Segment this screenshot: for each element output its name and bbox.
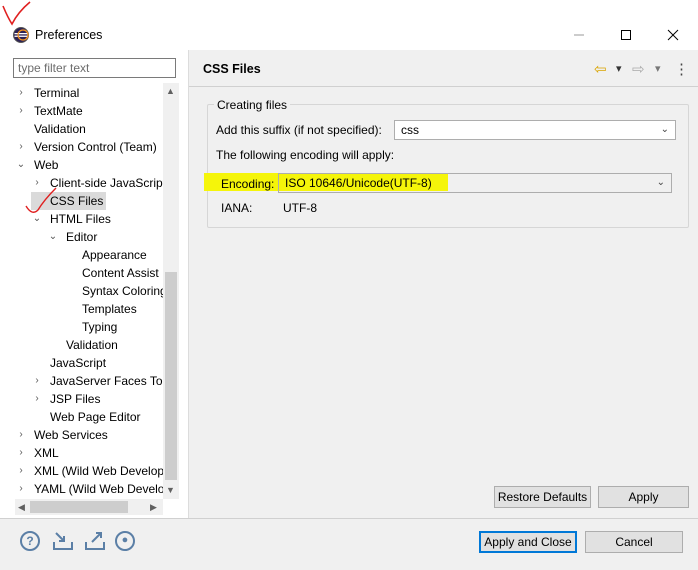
- tree-item[interactable]: Templates: [63, 300, 137, 318]
- tree-item-label: JSP Files: [50, 392, 101, 406]
- view-menu-icon[interactable]: ⋮: [674, 60, 689, 78]
- tree-item[interactable]: Appearance: [63, 246, 147, 264]
- group-label: Creating files: [214, 98, 291, 112]
- tree-item-label: YAML (Wild Web Developer): [34, 482, 163, 496]
- maximize-button[interactable]: [603, 20, 649, 50]
- tree-item-label: Content Assist: [82, 266, 159, 280]
- tree-item[interactable]: Validation: [47, 336, 118, 354]
- import-icon[interactable]: [51, 530, 75, 555]
- suffix-label: Add this suffix (if not specified):: [216, 123, 382, 137]
- tree-item[interactable]: › Web Services: [15, 426, 108, 444]
- bottom-separator: [0, 518, 698, 519]
- tree-item-label: Validation: [66, 338, 118, 352]
- tree-item-label: Typing: [82, 320, 118, 334]
- tree-item-label: XML: [34, 446, 59, 460]
- scroll-down-arrow-icon[interactable]: ▼: [166, 485, 175, 495]
- tree-item-label: JavaServer Faces Tools: [50, 374, 163, 388]
- tree-item[interactable]: JavaScript: [31, 354, 106, 372]
- encoding-label: Encoding:: [221, 177, 275, 191]
- tree-item[interactable]: Syntax Coloring: [63, 282, 163, 300]
- header-separator: [189, 86, 698, 87]
- red-annotation-checkmarks: [2, 1, 57, 213]
- tree-item-label: Client-side JavaScript: [50, 176, 163, 190]
- tree-item[interactable]: Web Page Editor: [31, 408, 141, 426]
- apply-button[interactable]: Apply: [598, 486, 689, 508]
- chevron-down-icon: ⌄: [660, 124, 669, 135]
- iana-label: IANA:: [221, 201, 253, 215]
- collapse-twisty-icon[interactable]: ›: [15, 444, 27, 462]
- encoding-info-text: The following encoding will apply:: [216, 148, 395, 162]
- back-arrow-icon[interactable]: ⇦: [594, 60, 607, 78]
- iana-value: UTF-8: [283, 201, 317, 215]
- forward-history-dropdown-icon[interactable]: ▾: [655, 62, 661, 75]
- record-icon[interactable]: ●: [115, 531, 135, 551]
- tree-item-label: JavaScript: [50, 356, 107, 370]
- tree-item[interactable]: › XML: [15, 444, 59, 462]
- collapse-twisty-icon[interactable]: ›: [15, 426, 27, 444]
- tree-item[interactable]: Typing: [63, 318, 117, 336]
- tree-item-label: Editor: [66, 230, 98, 244]
- collapse-twisty-icon[interactable]: ›: [31, 372, 43, 390]
- collapse-twisty-icon[interactable]: ›: [31, 390, 43, 408]
- page-title: CSS Files: [203, 62, 261, 76]
- restore-defaults-button[interactable]: Restore Defaults: [494, 486, 591, 508]
- tree-item[interactable]: Content Assist: [63, 264, 159, 282]
- tree-item[interactable]: › JavaServer Faces Tools: [31, 372, 163, 390]
- scroll-right-arrow-icon[interactable]: ▶: [150, 502, 157, 513]
- encoding-combo[interactable]: ISO 10646/Unicode(UTF-8) ⌄: [278, 173, 672, 193]
- close-button[interactable]: [650, 20, 696, 50]
- tree-item[interactable]: ⌄ Editor: [47, 228, 98, 246]
- tree-item-label: Templates: [82, 302, 137, 316]
- scroll-up-arrow-icon[interactable]: ▲: [166, 86, 175, 96]
- scroll-left-arrow-icon[interactable]: ◀: [18, 502, 25, 513]
- suffix-combo[interactable]: css ⌄: [394, 120, 676, 140]
- cancel-button[interactable]: Cancel: [585, 531, 683, 553]
- tree-item-label: Web Services: [34, 428, 108, 442]
- tree-item-label: Syntax Coloring: [82, 284, 163, 298]
- apply-and-close-button[interactable]: Apply and Close: [479, 531, 577, 553]
- tree-item-label: Appearance: [82, 248, 147, 262]
- collapse-twisty-icon[interactable]: ›: [15, 480, 27, 498]
- suffix-value: css: [401, 123, 419, 137]
- forward-arrow-icon[interactable]: ⇨: [632, 60, 645, 78]
- tree-item-label: XML (Wild Web Developer): [34, 464, 163, 478]
- tree-item-label: Web Page Editor: [50, 410, 141, 424]
- encoding-value: ISO 10646/Unicode(UTF-8): [285, 176, 432, 190]
- tree-vertical-scroll-thumb[interactable]: [165, 272, 177, 480]
- minimize-button[interactable]: [556, 20, 602, 50]
- expand-twisty-icon[interactable]: ⌄: [47, 228, 59, 246]
- help-icon[interactable]: ?: [20, 531, 40, 551]
- collapse-twisty-icon[interactable]: ›: [15, 462, 27, 480]
- tree-item[interactable]: › JSP Files: [31, 390, 100, 408]
- back-history-dropdown-icon[interactable]: ▾: [616, 62, 622, 75]
- tree-item[interactable]: › YAML (Wild Web Developer): [15, 480, 163, 498]
- export-icon[interactable]: [83, 530, 107, 555]
- tree-item[interactable]: › XML (Wild Web Developer): [15, 462, 163, 480]
- tree-horizontal-scroll-thumb[interactable]: [30, 501, 128, 513]
- chevron-down-icon: ⌄: [656, 177, 665, 188]
